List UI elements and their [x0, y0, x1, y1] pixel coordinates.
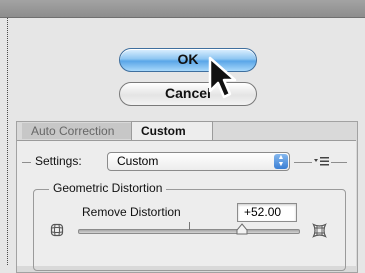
pointer-cursor-icon [208, 56, 237, 99]
list-menu-icon[interactable] [314, 156, 330, 166]
barrel-distortion-icon [50, 223, 64, 237]
geometric-distortion-title: Geometric Distortion [49, 181, 167, 195]
divider [22, 162, 31, 163]
window-titlebar [0, 0, 365, 18]
remove-distortion-label: Remove Distortion [82, 205, 181, 219]
tab-custom[interactable]: Custom [131, 121, 213, 140]
dotted-edge [7, 18, 8, 265]
remove-distortion-input[interactable]: +52.00 [237, 203, 297, 222]
tab-auto-correction[interactable]: Auto Correction [22, 123, 141, 139]
pincushion-distortion-icon [312, 223, 327, 238]
slider-center-tick [189, 222, 190, 230]
divider [331, 162, 347, 163]
settings-select-value: Custom [117, 154, 159, 168]
settings-select[interactable]: Custom ▲ ▼ [107, 152, 290, 171]
divider [294, 162, 312, 163]
slider-thumb[interactable] [236, 223, 248, 235]
settings-label: Settings: [35, 154, 82, 168]
popup-arrows-icon: ▲ ▼ [274, 154, 288, 169]
